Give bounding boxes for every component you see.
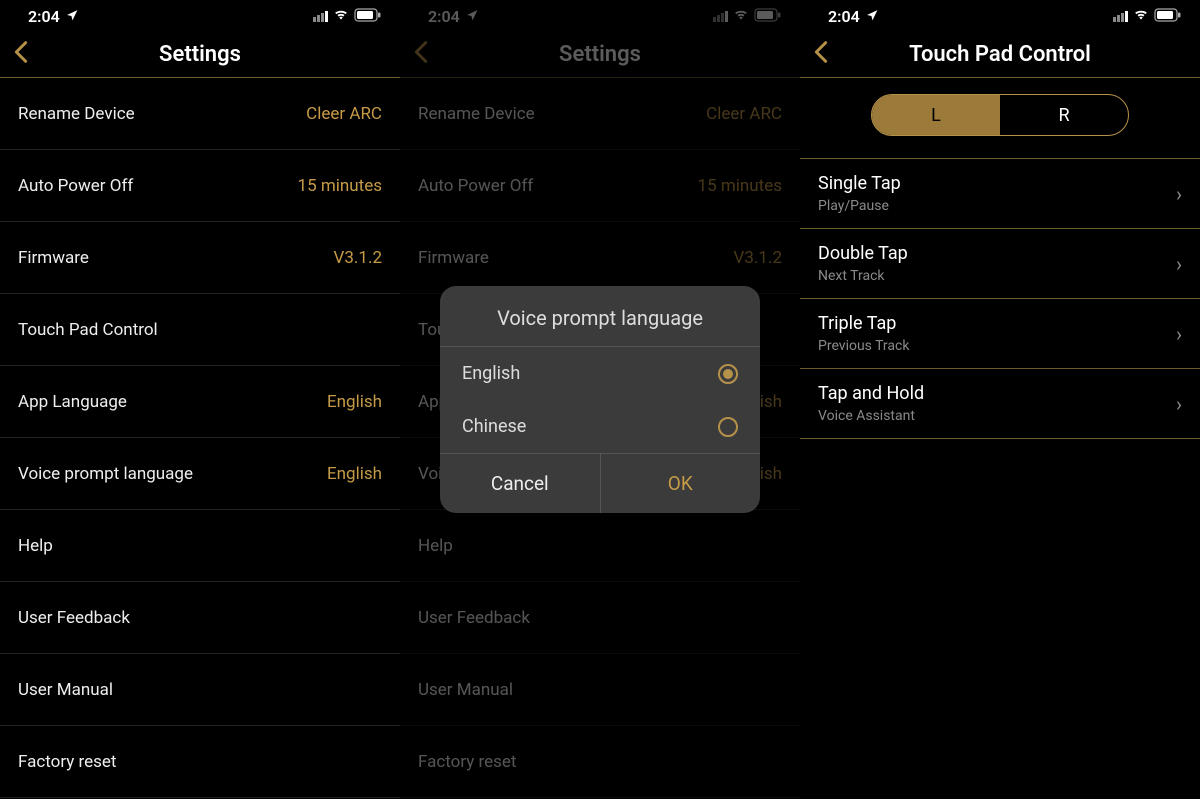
row-rename-device[interactable]: Rename Device Cleer ARC [0,78,400,150]
modal-option-english[interactable]: English [440,347,760,400]
row-factory-reset[interactable]: Factory reset [0,726,400,798]
modal-option-chinese[interactable]: Chinese [440,400,760,453]
row-label: User Feedback [18,608,130,628]
status-bar: 2:04 [0,0,400,32]
row-value: Cleer ARC [306,104,382,124]
screen-settings-modal: 2:04 Settings Rename DeviceC [400,0,800,799]
row-auto-power-off[interactable]: Auto Power Off 15 minutes [0,150,400,222]
modal-overlay[interactable]: Voice prompt language English Chinese Ca… [400,0,800,799]
option-label: Chinese [462,416,526,437]
row-label: Firmware [18,248,89,268]
radio-icon [718,364,738,384]
chevron-right-icon: › [1176,252,1182,276]
nav-bar: Touch Pad Control [800,32,1200,78]
row-tap-and-hold[interactable]: Tap and Hold Voice Assistant › [800,368,1200,439]
row-value: English [327,392,382,412]
row-help[interactable]: Help [0,510,400,582]
row-label: Factory reset [18,752,117,772]
radio-icon [718,417,738,437]
row-app-language[interactable]: App Language English [0,366,400,438]
ok-button[interactable]: OK [600,454,761,513]
page-title: Settings [0,42,400,67]
chevron-right-icon: › [1176,322,1182,346]
chevron-right-icon: › [1176,392,1182,416]
row-label: User Manual [18,680,113,700]
battery-icon [354,7,382,26]
back-button[interactable] [14,40,28,70]
row-user-manual[interactable]: User Manual [0,654,400,726]
row-label: Rename Device [18,104,135,124]
row-single-tap[interactable]: Single Tap Play/Pause › [800,158,1200,228]
gesture-title: Single Tap [818,173,901,194]
gesture-subtitle: Previous Track [818,338,909,354]
row-value: English [327,464,382,484]
wifi-icon [332,7,350,26]
screen-settings: 2:04 Settings Rename Device Cleer ARC Aut… [0,0,400,799]
row-label: Touch Pad Control [18,320,158,340]
gesture-subtitle: Play/Pause [818,198,901,214]
cellular-icon [1113,11,1128,22]
row-voice-prompt-language[interactable]: Voice prompt language English [0,438,400,510]
row-label: Help [18,536,53,556]
lr-segment-control: L R [871,94,1129,136]
status-time: 2:04 [28,7,60,26]
screen-touch-pad-control: 2:04 Touch Pad Control L R S [800,0,1200,799]
voice-prompt-language-modal: Voice prompt language English Chinese Ca… [440,286,760,513]
cellular-icon [313,11,328,22]
location-icon [866,7,879,26]
row-triple-tap[interactable]: Triple Tap Previous Track › [800,298,1200,368]
row-touch-pad-control[interactable]: Touch Pad Control [0,294,400,366]
gesture-title: Triple Tap [818,313,909,334]
row-user-feedback[interactable]: User Feedback [0,582,400,654]
row-label: Auto Power Off [18,176,133,196]
battery-icon [1154,7,1182,26]
back-button[interactable] [814,40,828,70]
page-title: Touch Pad Control [800,42,1200,67]
gesture-subtitle: Next Track [818,268,908,284]
segment-left[interactable]: L [872,95,1000,135]
gesture-title: Tap and Hold [818,383,924,404]
row-label: App Language [18,392,127,412]
status-bar: 2:04 [800,0,1200,32]
cancel-button[interactable]: Cancel [440,454,600,513]
chevron-right-icon: › [1176,182,1182,206]
wifi-icon [1132,7,1150,26]
row-double-tap[interactable]: Double Tap Next Track › [800,228,1200,298]
row-label: Voice prompt language [18,464,193,484]
settings-list: Rename Device Cleer ARC Auto Power Off 15 … [0,78,400,798]
option-label: English [462,363,520,384]
status-time: 2:04 [828,7,860,26]
row-value: V3.1.2 [334,248,382,268]
gesture-subtitle: Voice Assistant [818,408,924,424]
gesture-title: Double Tap [818,243,908,264]
segment-right[interactable]: R [1000,95,1128,135]
row-value: 15 minutes [298,176,382,196]
location-icon [66,7,79,26]
nav-bar: Settings [0,32,400,78]
row-firmware[interactable]: Firmware V3.1.2 [0,222,400,294]
gesture-list: Single Tap Play/Pause › Double Tap Next … [800,158,1200,439]
modal-title: Voice prompt language [440,286,760,347]
